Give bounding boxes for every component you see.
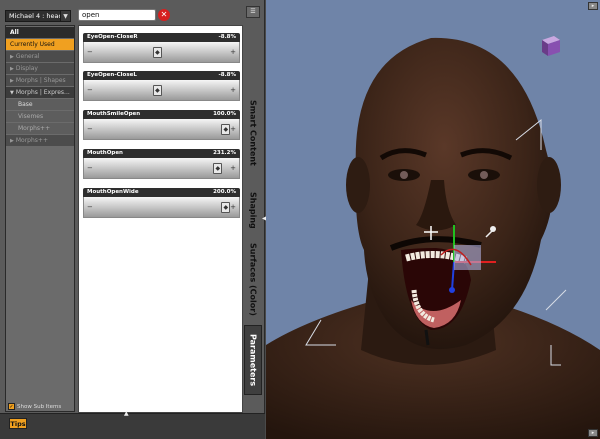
slider-name: MouthOpen [87, 150, 123, 156]
tab-parameters[interactable]: Parameters [244, 325, 262, 395]
slider-track[interactable]: − + ◆ [83, 158, 240, 179]
vertical-tab-bar: Smart Content Shaping Surfaces (Color) P… [244, 25, 262, 413]
collapse-arrow-icon[interactable]: ▼ [10, 88, 14, 98]
property-group-tree: All Currently Used ▶ General ▶ Display ▶ Mo… [5, 25, 75, 412]
tree-item-currently-used[interactable]: Currently Used [6, 39, 74, 50]
minus-icon: − [87, 125, 93, 133]
slider-knob[interactable]: ◆ [152, 85, 162, 96]
slider-value[interactable]: -8.8% [218, 71, 236, 80]
minus-icon: − [87, 48, 93, 56]
tree-item-morphs-plus[interactable]: Morphs++ [6, 123, 74, 134]
node-selector-label: Michael 4 : head [9, 12, 63, 20]
tree-item-label: General [15, 53, 40, 60]
tree-item-morphs-plus-group[interactable]: ▶ Morphs++ [6, 135, 74, 146]
plus-icon: + [230, 86, 236, 94]
bottom-bar [0, 413, 265, 439]
chin-beard [424, 329, 430, 346]
slider-eyeopen-closer[interactable]: EyeOpen-CloseR -8.8% − + ◆ [83, 33, 240, 65]
search-input[interactable]: open [78, 9, 156, 21]
slider-header: EyeOpen-CloseL -8.8% [83, 71, 240, 80]
slider-knob[interactable]: ◆ [152, 47, 162, 58]
slider-track[interactable]: − + ◆ [83, 197, 240, 218]
rendered-figure [266, 37, 600, 439]
slider-mouthopen[interactable]: MouthOpen 231.2% − + ◆ [83, 149, 240, 181]
slider-mouthsmileopen[interactable]: MouthSmileOpen 100.0% − + ◆ [83, 110, 240, 142]
slider-name: MouthOpenWide [87, 189, 139, 195]
right-eye-highlight [480, 171, 488, 179]
slider-name: EyeOpen-CloseR [87, 34, 138, 40]
tree-item-label: Morphs | Shapes [15, 77, 66, 84]
slider-value[interactable]: 100.0% [213, 110, 236, 119]
plus-icon: + [230, 203, 236, 211]
tree-item-general[interactable]: ▶ General [6, 51, 74, 62]
slider-knob[interactable]: ◆ [221, 202, 231, 213]
tab-shaping[interactable]: Shaping [244, 185, 262, 235]
slider-header: MouthOpen 231.2% [83, 149, 240, 158]
left-eye-highlight [400, 171, 408, 179]
app-window: Michael 4 : head ▼ open ✕ All Currently … [0, 0, 600, 439]
expand-arrow-icon[interactable]: ▶ [10, 76, 14, 86]
expand-arrow-icon[interactable]: ▶ [10, 136, 14, 146]
pane-menu-icon[interactable]: ☰ [246, 6, 260, 18]
slider-header: MouthSmileOpen 100.0% [83, 110, 240, 119]
plus-icon: + [230, 125, 236, 133]
slider-header: MouthOpenWide 200.0% [83, 188, 240, 197]
tree-item-display[interactable]: ▶ Display [6, 63, 74, 74]
slider-mouthopenwide[interactable]: MouthOpenWide 200.0% − + ◆ [83, 188, 240, 220]
tree-item-label: Morphs | Expres... [15, 89, 70, 96]
viewport-corner-icon[interactable]: ▸ [588, 2, 598, 10]
plus-icon: + [230, 48, 236, 56]
navigation-cube-icon[interactable] [538, 32, 564, 58]
tab-smart-content[interactable]: Smart Content [244, 85, 262, 180]
checkbox-icon[interactable]: ✓ [8, 403, 15, 410]
slider-knob[interactable]: ◆ [213, 163, 223, 174]
slider-track[interactable]: − + ◆ [83, 119, 240, 140]
minus-icon: − [87, 86, 93, 94]
slider-name: MouthSmileOpen [87, 111, 141, 117]
slider-track[interactable]: − + ◆ [83, 80, 240, 101]
collapse-arrow-icon[interactable]: ▲ [124, 410, 129, 417]
expand-arrow-icon[interactable]: ▶ [10, 64, 14, 74]
tree-item-all[interactable]: All [6, 27, 74, 38]
tree-item-visemes[interactable]: Visemes [6, 111, 74, 122]
slider-track[interactable]: − + ◆ [83, 42, 240, 63]
tree-item-morphs-expressions[interactable]: ▼ Morphs | Expres... [6, 87, 74, 98]
parameter-list: EyeOpen-CloseR -8.8% − + ◆ EyeOpen-CloseL -8… [78, 25, 243, 413]
show-sub-items-toggle[interactable]: ✓ Show Sub Items [5, 402, 75, 412]
parameters-pane: Michael 4 : head ▼ open ✕ All Currently … [0, 0, 265, 439]
tree-item-label: Display [15, 65, 38, 72]
slider-knob[interactable]: ◆ [221, 124, 231, 135]
tree-item-label: Morphs++ [15, 137, 48, 144]
right-ear-shape [537, 157, 561, 213]
plus-icon: + [230, 164, 236, 172]
slider-name: EyeOpen-CloseL [87, 72, 137, 78]
3d-viewport[interactable]: ▸ ▸ [266, 0, 600, 439]
slider-value[interactable]: 200.0% [213, 188, 236, 197]
node-selector-dropdown-icon[interactable]: ▼ [60, 10, 71, 22]
tips-button[interactable]: Tips [9, 418, 27, 429]
slider-header: EyeOpen-CloseR -8.8% [83, 33, 240, 42]
tree-item-base[interactable]: Base [6, 99, 74, 110]
slider-eyeopen-closel[interactable]: EyeOpen-CloseL -8.8% − + ◆ [83, 71, 240, 103]
minus-icon: − [87, 203, 93, 211]
tab-surfaces-color[interactable]: Surfaces (Color) [244, 237, 262, 322]
minus-icon: − [87, 164, 93, 172]
left-ear-shape [346, 157, 370, 213]
slider-value[interactable]: 231.2% [213, 149, 236, 158]
viewport-corner-resize-icon[interactable]: ▸ [588, 429, 598, 437]
tree-item-morphs-shapes[interactable]: ▶ Morphs | Shapes [6, 75, 74, 86]
show-sub-items-label: Show Sub Items [17, 404, 62, 410]
expand-arrow-icon[interactable]: ▶ [10, 52, 14, 62]
slider-value[interactable]: -8.8% [218, 33, 236, 42]
clear-search-icon[interactable]: ✕ [158, 9, 170, 21]
